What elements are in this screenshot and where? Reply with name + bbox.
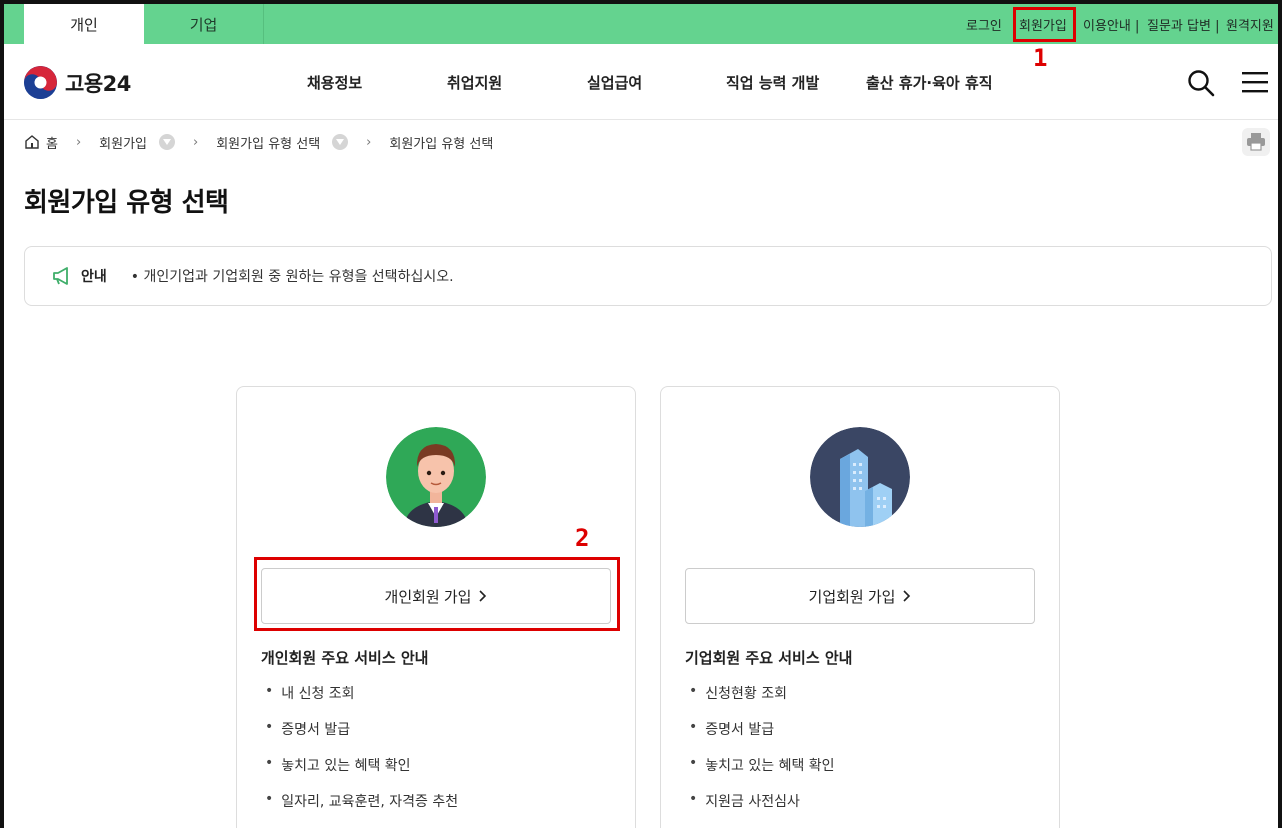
list-item: 지원금 사전심사 <box>689 791 835 827</box>
list-item: 신청현황 조회 <box>689 683 835 719</box>
personal-join-label: 개인회원 가입 <box>384 588 472 606</box>
taegeuk-logo-icon <box>24 66 57 99</box>
top-bar: 개인 기업 로그인 회원가입 이용안내 | 질문과 답변 | 원격지원 <box>4 4 1278 44</box>
breadcrumb-home-label: 홈 <box>46 136 58 152</box>
list-item: 놓치고 있는 혜택 확인 <box>265 755 458 791</box>
hamburger-menu-icon[interactable] <box>1242 71 1268 93</box>
print-icon[interactable] <box>1242 128 1270 156</box>
gnb-item-employment-support[interactable]: 취업지원 <box>447 44 502 120</box>
search-icon[interactable] <box>1186 68 1216 98</box>
remote-support-link[interactable]: 원격지원 <box>1226 4 1274 44</box>
home-icon <box>25 135 39 149</box>
personal-services-list: 내 신청 조회 증명서 발급 놓치고 있는 혜택 확인 일자리, 교육훈련, 자… <box>265 683 458 827</box>
notice-text: • 개인기업과 기업회원 중 원하는 유형을 선택하십시오. <box>130 269 454 285</box>
breadcrumb-item-type-label: 회원가입 유형 선택 <box>216 136 321 152</box>
screenshot-frame <box>0 0 1282 828</box>
tab-personal[interactable]: 개인 <box>24 4 144 44</box>
gnb-item-vocational-training[interactable]: 직업 능력 개발 <box>726 44 819 120</box>
notice-label: 안내 <box>81 269 107 285</box>
list-item: 증명서 발급 <box>689 719 835 755</box>
company-services-title: 기업회원 주요 서비스 안내 <box>685 649 853 667</box>
dropdown-icon[interactable] <box>332 134 349 150</box>
person-avatar-icon <box>386 427 486 527</box>
personal-join-button[interactable]: 개인회원 가입 <box>261 568 611 624</box>
company-join-label: 기업회원 가입 <box>808 588 896 606</box>
gnb-item-unemployment-benefits[interactable]: 실업급여 <box>587 44 642 120</box>
annotation-number-2: 2 <box>575 524 590 552</box>
company-join-button[interactable]: 기업회원 가입 <box>685 568 1035 624</box>
qa-link[interactable]: 질문과 답변 | <box>1147 4 1219 44</box>
building-icon <box>810 427 910 527</box>
login-link[interactable]: 로그인 <box>966 4 1002 44</box>
breadcrumb-current-label: 회원가입 유형 선택 <box>389 136 494 152</box>
breadcrumb-current: 회원가입 유형 선택 <box>389 133 493 152</box>
list-item: 놓치고 있는 혜택 확인 <box>689 755 834 791</box>
megaphone-icon <box>53 267 68 285</box>
tab-company[interactable]: 기업 <box>144 4 264 44</box>
company-member-card: 기업회원 가입 기업회원 주요 서비스 안내 신청현황 조회 증명서 발급 놓치… <box>660 386 1060 828</box>
page-title: 회원가입 유형 선택 <box>24 188 229 218</box>
breadcrumb: 홈 › 회원가입 › 회원가입 유형 선택 › 회원가입 유형 선택 <box>24 130 493 154</box>
list-item: 내 신청 조회 <box>265 683 458 719</box>
personal-services-title: 개인회원 주요 서비스 안내 <box>261 649 429 667</box>
dropdown-icon[interactable] <box>159 134 176 150</box>
breadcrumb-item-type[interactable]: 회원가입 유형 선택 <box>216 133 349 152</box>
list-item: 증명서 발급 <box>265 719 458 755</box>
guide-link[interactable]: 이용안내 | <box>1083 4 1139 44</box>
notice-box: 안내 • 개인기업과 기업회원 중 원하는 유형을 선택하십시오. <box>24 246 1272 306</box>
company-services-list: 신청현황 조회 증명서 발급 놓치고 있는 혜택 확인 지원금 사전심사 <box>689 683 835 827</box>
chevron-right-icon <box>903 590 911 602</box>
site-logo[interactable]: 고용24 <box>24 66 131 99</box>
breadcrumb-item-join[interactable]: 회원가입 <box>99 133 176 152</box>
chevron-right-icon: › <box>366 134 372 150</box>
gnb-item-parental-leave[interactable]: 출산 휴가·육아 휴직 <box>866 44 993 120</box>
chevron-right-icon: › <box>193 134 199 150</box>
chevron-right-icon <box>479 590 487 602</box>
chevron-right-icon: › <box>75 134 82 150</box>
annotation-number-1: 1 <box>1033 44 1048 72</box>
personal-member-card: 개인회원 가입 개인회원 주요 서비스 안내 내 신청 조회 증명서 발급 놓치… <box>236 386 636 828</box>
list-item: 일자리, 교육훈련, 자격증 추천 <box>265 791 458 827</box>
gnb-item-jobs[interactable]: 채용정보 <box>307 44 362 120</box>
breadcrumb-item-join-label: 회원가입 <box>99 136 148 152</box>
logo-text: 고용24 <box>65 71 131 96</box>
site-header: 고용24 채용정보 취업지원 실업급여 직업 능력 개발 출산 휴가·육아 휴직 <box>4 44 1278 120</box>
join-link[interactable]: 회원가입 <box>1019 4 1067 44</box>
breadcrumb-home[interactable]: 홈 <box>24 133 58 152</box>
